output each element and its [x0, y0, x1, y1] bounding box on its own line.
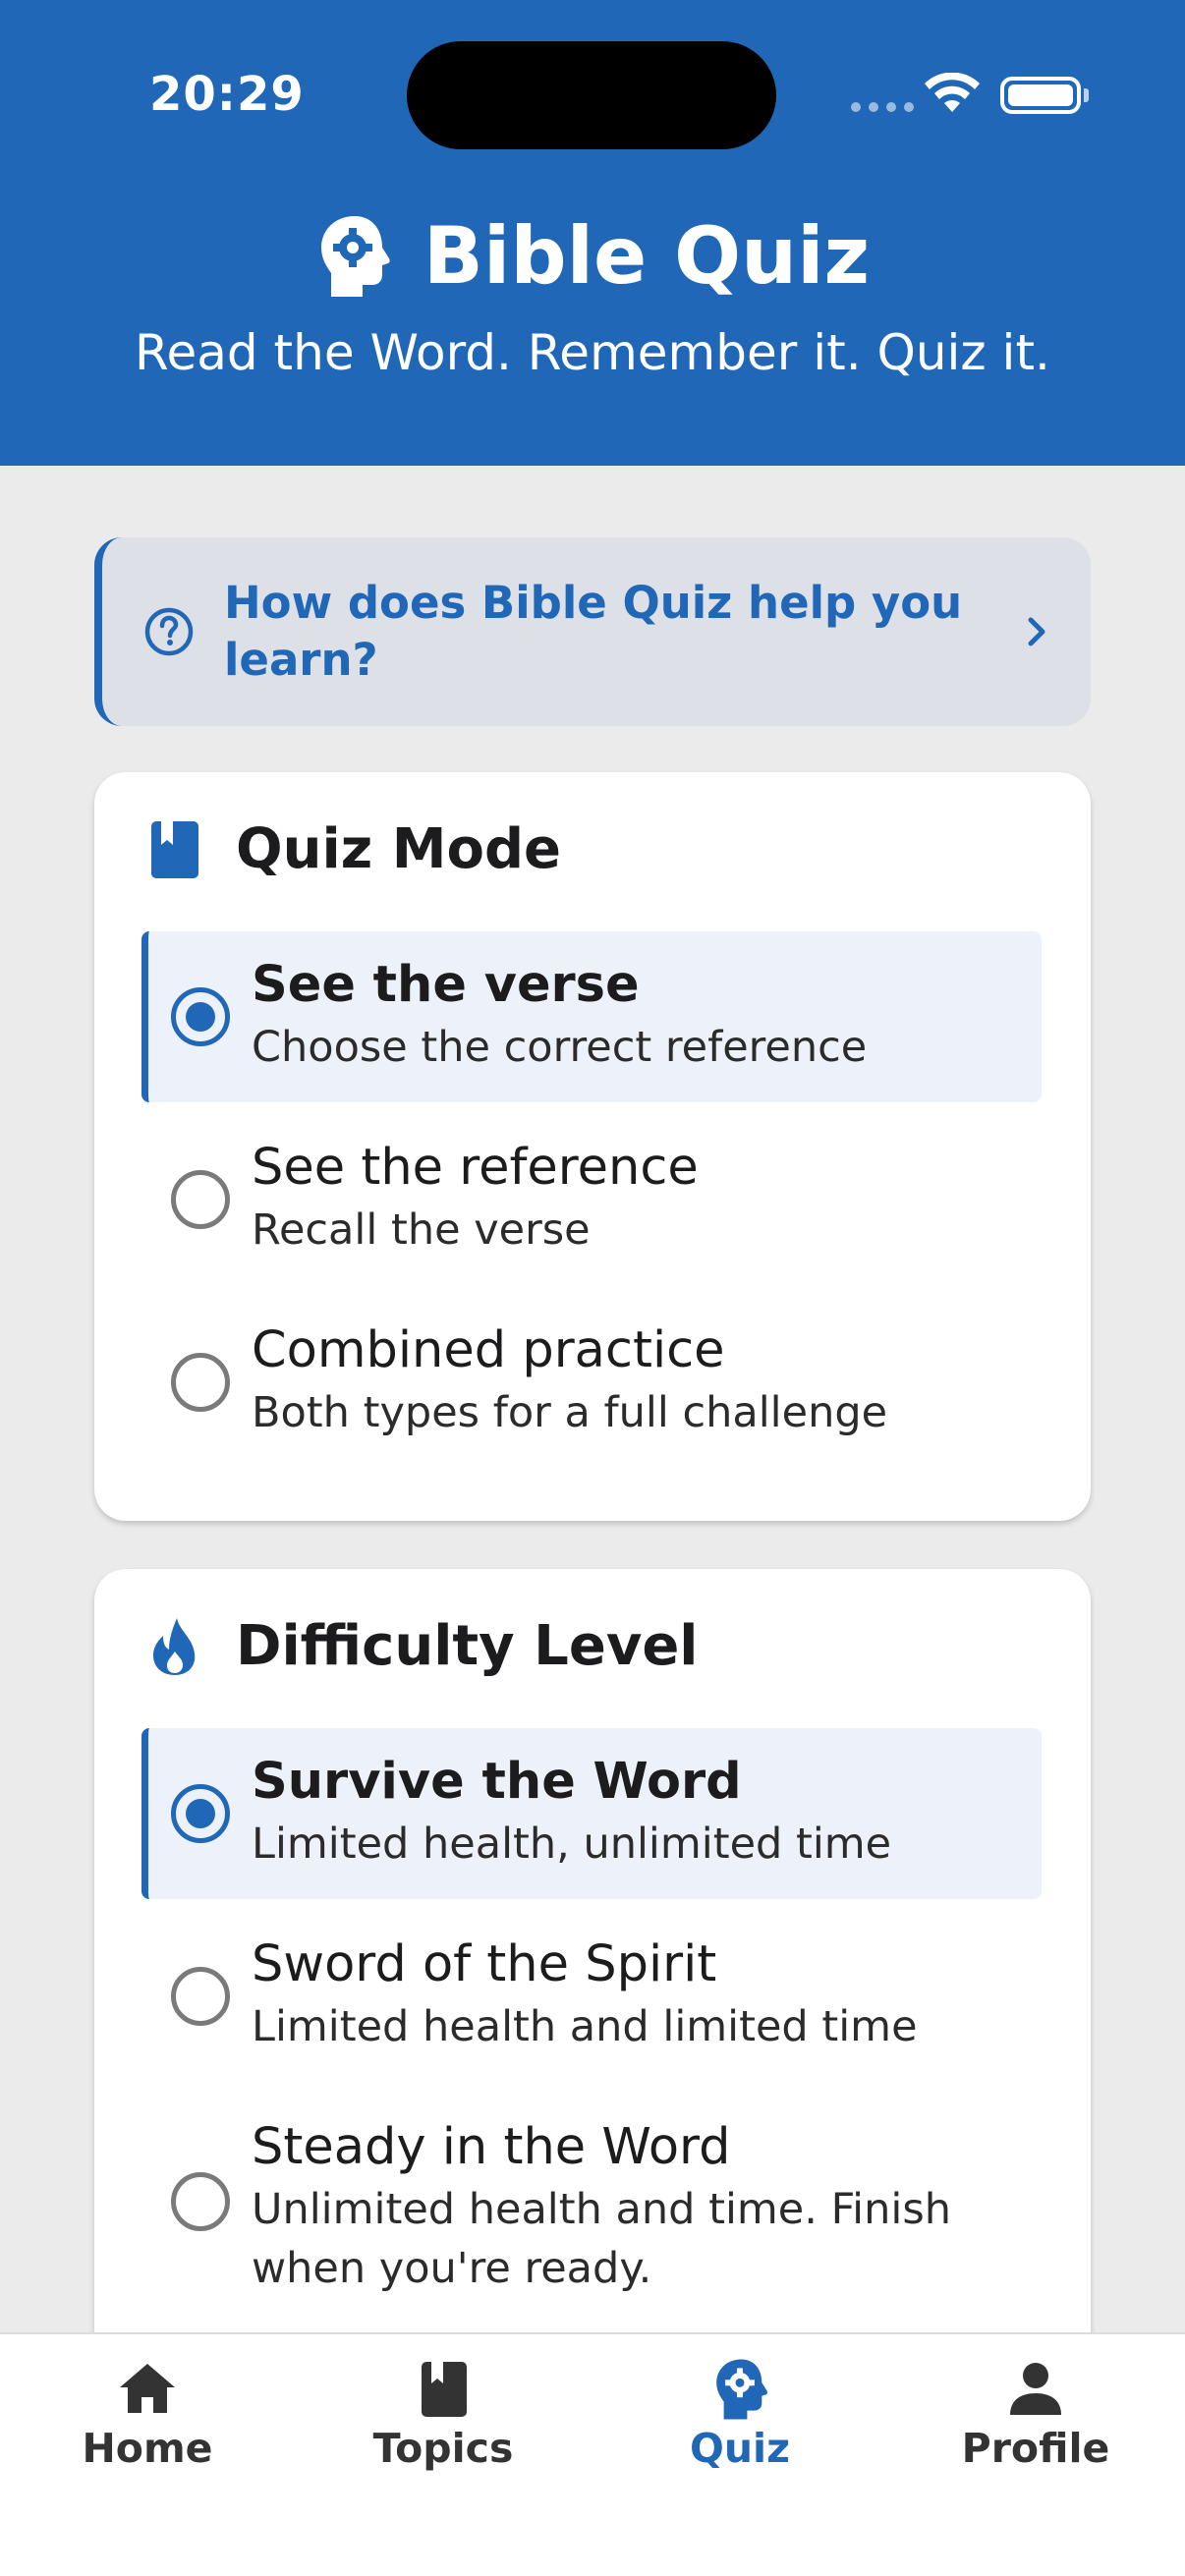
tab-label: Home — [82, 2425, 213, 2472]
head-gear-icon — [716, 2359, 768, 2420]
book-icon — [422, 2362, 467, 2417]
difficulty-header: Difficulty Level — [149, 1614, 699, 1678]
quiz-mode-option-see-verse[interactable]: See the verse Choose the correct referen… — [141, 931, 1042, 1102]
person-icon — [1010, 2363, 1061, 2415]
how-it-helps-banner[interactable]: How does Bible Quiz help you learn? — [94, 537, 1091, 726]
radio-button[interactable] — [171, 1784, 230, 1843]
option-subtitle: Both types for a full challenge — [252, 1388, 888, 1437]
difficulty-title: Difficulty Level — [236, 1614, 699, 1678]
option-title: See the reference — [252, 1139, 699, 1197]
option-title: Steady in the Word — [252, 2118, 731, 2176]
radio-button[interactable] — [171, 1967, 230, 2026]
app-subtitle: Read the Word. Remember it. Quiz it. — [135, 324, 1050, 381]
app-header: 20:29 Bible Quiz Read the Word. Remember… — [0, 0, 1185, 466]
tab-quiz[interactable]: Quiz — [642, 2358, 838, 2472]
cellular-signal-icon — [851, 102, 914, 112]
chevron-right-icon — [1028, 617, 1045, 646]
tab-label: Profile — [961, 2425, 1110, 2472]
option-subtitle: Limited health, unlimited time — [252, 1820, 892, 1869]
quiz-mode-option-combined[interactable]: Combined practice Both types for a full … — [141, 1297, 1042, 1468]
status-time: 20:29 — [149, 67, 305, 122]
quiz-mode-option-see-reference[interactable]: See the reference Recall the verse — [141, 1114, 1042, 1285]
difficulty-option-survive[interactable]: Survive the Word Limited health, unlimit… — [141, 1728, 1042, 1899]
radio-button[interactable] — [171, 1170, 230, 1229]
tab-home[interactable]: Home — [49, 2358, 246, 2472]
option-subtitle: Recall the verse — [252, 1205, 591, 1255]
home-icon — [120, 2364, 175, 2413]
tab-topics[interactable]: Topics — [345, 2358, 541, 2472]
difficulty-option-sword[interactable]: Sword of the Spirit Limited health and l… — [141, 1911, 1042, 2082]
app-title: Bible Quiz — [423, 210, 871, 302]
book-icon — [151, 820, 198, 878]
option-subtitle: Unlimited health and time. Finish when y… — [252, 2185, 951, 2293]
option-title: Combined practice — [252, 1321, 725, 1379]
tab-profile[interactable]: Profile — [937, 2358, 1134, 2472]
radio-button[interactable] — [171, 987, 230, 1046]
quiz-mode-header: Quiz Mode — [149, 817, 561, 881]
option-title: Sword of the Spirit — [252, 1935, 717, 1993]
flame-icon — [153, 1617, 196, 1675]
radio-button[interactable] — [171, 2172, 230, 2231]
option-title: Survive the Word — [252, 1753, 742, 1811]
radio-button[interactable] — [171, 1353, 230, 1412]
option-title: See the verse — [252, 956, 640, 1014]
option-subtitle: Choose the correct reference — [252, 1023, 868, 1072]
quiz-mode-card: Quiz Mode See the verse Choose the corre… — [94, 772, 1091, 1521]
dynamic-island — [407, 41, 776, 149]
banner-text: How does Bible Quiz help you learn? — [224, 577, 963, 686]
bottom-tab-bar: Home Topics Quiz Profile — [0, 2332, 1185, 2576]
wifi-icon — [925, 73, 980, 112]
title-row: Bible Quiz — [0, 210, 1185, 302]
head-gear-icon — [320, 215, 390, 297]
tab-label: Quiz — [690, 2425, 790, 2472]
battery-icon — [1000, 77, 1089, 114]
difficulty-option-steady[interactable]: Steady in the Word Unlimited health and … — [141, 2094, 1042, 2310]
option-subtitle: Limited health and limited time — [252, 2002, 918, 2051]
quiz-mode-title: Quiz Mode — [236, 817, 562, 881]
tab-label: Topics — [372, 2425, 514, 2472]
difficulty-card: Difficulty Level Survive the Word Limite… — [94, 1569, 1091, 2453]
help-circle-icon — [144, 607, 194, 656]
